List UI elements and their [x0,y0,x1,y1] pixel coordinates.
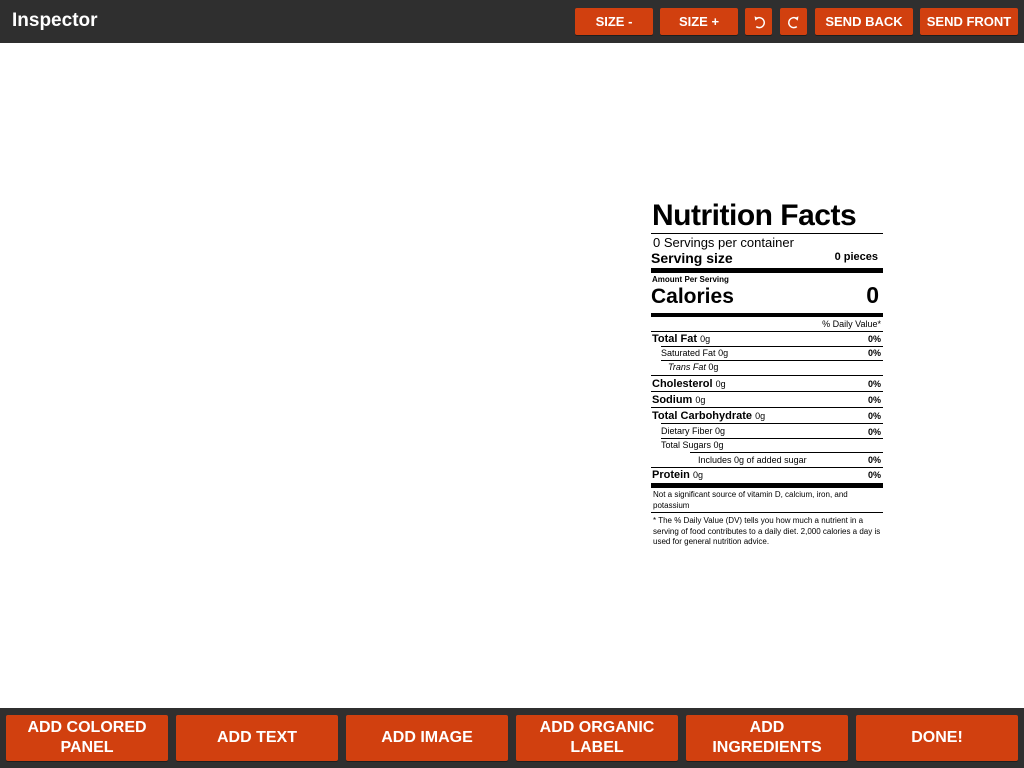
serving-size-label: Serving size [651,250,733,266]
protein-row: Protein 0g [652,470,703,481]
bottom-toolbar: ADD COLORED PANEL ADD TEXT ADD IMAGE ADD… [0,708,1024,768]
add-text-button[interactable]: ADD TEXT [176,715,338,761]
top-toolbar: Inspector SIZE - SIZE + SEND BACK SEND F… [0,0,1024,43]
amount-per-serving: Amount Per Serving [652,275,729,284]
rotate-right-button[interactable] [780,8,807,35]
nutrient-percent: 0% [867,348,881,358]
nutrient-amount: 0g [708,362,719,372]
calories-label: Calories [651,285,734,308]
nutrient-amount: 0g [715,379,726,389]
rotate-ccw-icon [752,15,766,29]
divider [690,452,883,453]
divider [661,346,883,347]
nutrient-percent: 0% [867,455,881,465]
nutrition-title: Nutrition Facts [652,199,857,232]
thick-divider [651,483,883,488]
divider [651,233,883,234]
nutrient-amount: 0g [755,411,766,421]
servings-per-container: 0 Servings per container [653,235,794,250]
nutrient-percent: 0% [867,395,881,405]
add-organic-label-button[interactable]: ADD ORGANIC LABEL [516,715,678,761]
nutrient-amount: 0g [695,395,706,405]
divider [651,331,883,332]
divider [651,467,883,468]
nutrient-amount: 0g [692,470,703,480]
total-carbohydrate-row: Total Carbohydrate 0g [652,411,765,422]
done-button[interactable]: DONE! [856,715,1018,761]
thick-divider [651,268,883,273]
nutrient-percent: 0% [867,411,881,421]
divider [651,391,883,392]
design-canvas[interactable]: Nutrition Facts 0 Servings per container… [0,43,1024,708]
nutrient-amount: 0g of added sugar [734,455,807,465]
nutrient-percent: 0% [867,334,881,344]
vitamins-note: Not a significant source of vitamin D, c… [653,490,848,510]
nutrient-percent: 0% [867,427,881,437]
total-sugars-row: Total Sugars 0g [661,441,724,450]
divider [661,423,883,424]
nutrient-label: Includes [698,455,732,465]
divider [651,407,883,408]
send-front-button[interactable]: SEND FRONT [920,8,1018,35]
nutrient-label: Total Carbohydrate [652,410,753,422]
nutrient-label: Sodium [652,394,693,406]
serving-size-value: 0 pieces [834,251,878,263]
medium-divider [651,313,883,317]
nutrient-label: Total Sugars [661,440,712,450]
nutrient-label: Saturated Fat [661,348,716,358]
add-image-button[interactable]: ADD IMAGE [346,715,508,761]
divider [661,438,883,439]
size-increase-button[interactable]: SIZE + [660,8,738,35]
saturated-fat-row: Saturated Fat 0g [661,349,728,358]
trans-fat-row: Trans Fat 0g [668,363,718,372]
add-colored-panel-button[interactable]: ADD COLORED PANEL [6,715,168,761]
nutrient-label: Cholesterol [652,378,713,390]
page-title: Inspector [12,10,98,31]
daily-value-footnote: * The % Daily Value (DV) tells you how m… [653,516,881,546]
cholesterol-row: Cholesterol 0g [652,379,726,390]
nutrient-amount: 0g [715,426,726,436]
nutrient-percent: 0% [867,379,881,389]
daily-value-header: % Daily Value* [822,319,881,329]
sodium-row: Sodium 0g [652,395,705,406]
nutrient-label: Total Fat [652,333,698,345]
nutrient-label: Trans Fat [668,362,706,372]
total-fat-row: Total Fat 0g [652,334,710,345]
send-back-button[interactable]: SEND BACK [815,8,913,35]
calories-value: 0 [866,282,879,308]
nutrient-amount: 0g [700,334,711,344]
rotate-cw-icon [787,15,801,29]
added-sugars-row: Includes 0g of added sugar [698,456,807,465]
nutrient-label: Dietary Fiber [661,426,713,436]
divider [661,360,883,361]
nutrient-percent: 0% [867,470,881,480]
size-decrease-button[interactable]: SIZE - [575,8,653,35]
dietary-fiber-row: Dietary Fiber 0g [661,427,725,436]
rotate-left-button[interactable] [745,8,772,35]
nutrient-amount: 0g [718,348,729,358]
divider [651,512,883,513]
divider [651,375,883,376]
add-ingredients-button[interactable]: ADD INGREDIENTS [686,715,848,761]
nutrient-amount: 0g [713,440,724,450]
nutrient-label: Protein [652,469,690,481]
